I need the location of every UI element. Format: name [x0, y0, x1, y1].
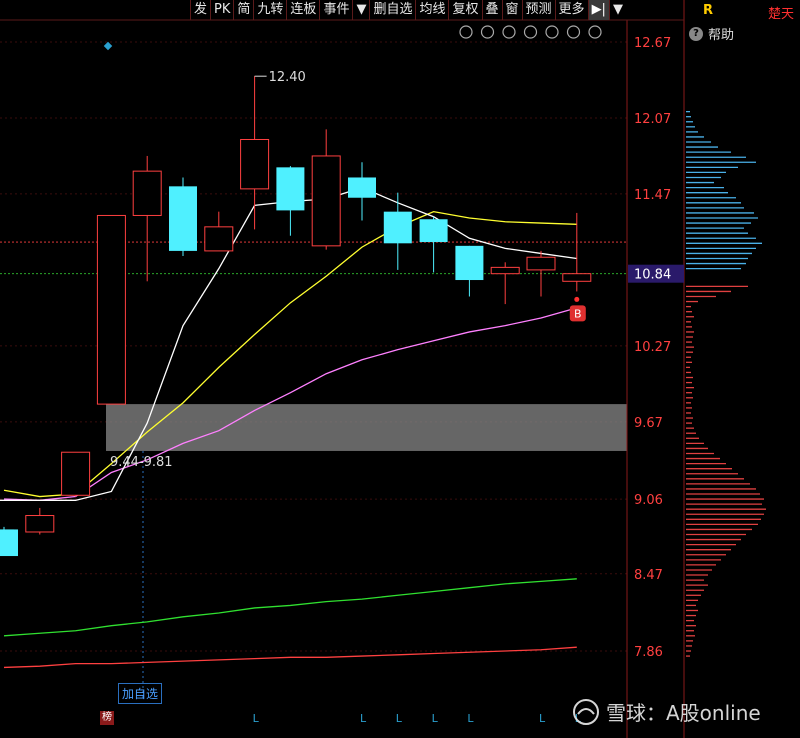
- candle-body: [61, 451, 91, 496]
- gear-icon: [459, 25, 473, 39]
- bottom-marker: L: [396, 712, 403, 725]
- eye-icon: [502, 25, 516, 39]
- watermark: 雪球：A股online: [572, 697, 761, 726]
- price-tick-label: 7.86: [634, 645, 663, 660]
- zoom-in-icon: [566, 25, 581, 39]
- stock-title: 楚天: [768, 7, 795, 22]
- toolbar-item-fa[interactable]: 发: [190, 0, 210, 20]
- bottom-marker: L: [253, 712, 260, 725]
- candle-body: [169, 186, 197, 251]
- bottom-marker: L: [539, 712, 546, 725]
- candle-body: [311, 155, 341, 247]
- edge-candle: [0, 529, 14, 540]
- toolbar-item-lianban[interactable]: 连板: [286, 0, 319, 20]
- r-label: R: [703, 3, 714, 18]
- candle-body: [383, 211, 412, 244]
- price-tick-label: 10.84: [634, 268, 671, 283]
- pen-icon: [480, 25, 495, 39]
- collapse-panel-icon[interactable]: ▶|: [587, 0, 609, 20]
- price-tick-label: 8.47: [634, 568, 663, 583]
- buy-dot: [574, 296, 580, 302]
- toolbar: 发 PK 简 九转 连板 事件 ▼ 删自选 均线 复权 叠 窗 预测 更多 ▶|…: [190, 0, 626, 20]
- toolbar-item-remove-watchlist[interactable]: 删自选: [369, 0, 415, 20]
- support-zone: [106, 404, 627, 451]
- toolbar-item-pk[interactable]: PK: [210, 0, 233, 20]
- zoom-out-icon: [588, 25, 602, 39]
- candle-body: [276, 167, 305, 211]
- toolbar-item-jiuzhuan[interactable]: 九转: [253, 0, 286, 20]
- right-panel: [684, 0, 800, 738]
- watermark-text: 雪球：A股online: [606, 701, 761, 725]
- bottom-marker: L: [360, 712, 367, 725]
- bottom-marker: L: [467, 712, 474, 725]
- candle-body: [490, 266, 520, 275]
- price-tick-label: 12.07: [634, 112, 671, 127]
- candle-body: [96, 214, 126, 405]
- toolbar-item-junxian[interactable]: 均线: [415, 0, 448, 20]
- price-tick-label: 9.06: [634, 493, 663, 508]
- price-tick-label: 12.67: [634, 36, 671, 51]
- bottom-marker: L: [432, 712, 439, 725]
- high-label: 12.40: [269, 70, 306, 85]
- toolbar-dropdown-icon[interactable]: ▼: [608, 0, 626, 20]
- diamond-icon: [103, 41, 113, 51]
- xueqiu-logo-icon: [573, 698, 599, 725]
- toolbar-item-shijian[interactable]: 事件: [319, 0, 352, 20]
- toolbar-menu-arrow-icon[interactable]: ▼: [352, 0, 369, 20]
- candle-body: [204, 226, 234, 252]
- lock-icon: [545, 25, 559, 39]
- candle-body: [455, 245, 484, 281]
- price-tick-label: 10.27: [634, 340, 671, 355]
- add-watchlist-button[interactable]: 加自选: [118, 683, 163, 704]
- price-tick-label: 9.67: [634, 416, 663, 431]
- candle-body: [132, 170, 162, 216]
- buy-label: B: [574, 307, 582, 320]
- ma120-line: [3, 646, 577, 669]
- toolbar-item-fuquan[interactable]: 复权: [448, 0, 481, 20]
- toolbar-item-die[interactable]: 叠: [481, 0, 502, 20]
- price-zone: [106, 404, 627, 451]
- help-button[interactable]: ? 帮助: [689, 24, 734, 43]
- ma60-line: [3, 578, 577, 637]
- candle-body: [240, 138, 270, 190]
- toolbar-item-jian[interactable]: 简: [233, 0, 253, 20]
- toolbar-item-chuang[interactable]: 窗: [501, 0, 522, 20]
- price-tick-label: 11.47: [634, 188, 671, 203]
- toolbar-item-yuce[interactable]: 预测: [521, 0, 555, 20]
- candle-body: [348, 177, 376, 198]
- candle-body: [25, 515, 55, 533]
- zone-label: 9.44-9.81: [110, 455, 173, 470]
- toolbar-item-more[interactable]: 更多: [554, 0, 588, 20]
- bottom-markers: LLLLLLL: [253, 712, 582, 725]
- candle-body: [526, 256, 556, 271]
- help-label: 帮助: [708, 28, 735, 43]
- candles: [0, 76, 592, 557]
- ranking-badge[interactable]: 榜: [100, 711, 114, 725]
- question-icon: ?: [689, 26, 703, 41]
- candle-body: [419, 219, 448, 243]
- hand-icon: [523, 25, 538, 39]
- candle-body: [562, 273, 592, 282]
- candlestick-chart[interactable]: 12.40 9.44-9.81 B 12.67 12.07 11.47 10.84 10.2…: [0, 0, 800, 738]
- annotations: 12.40 9.44-9.81 B: [0, 25, 602, 557]
